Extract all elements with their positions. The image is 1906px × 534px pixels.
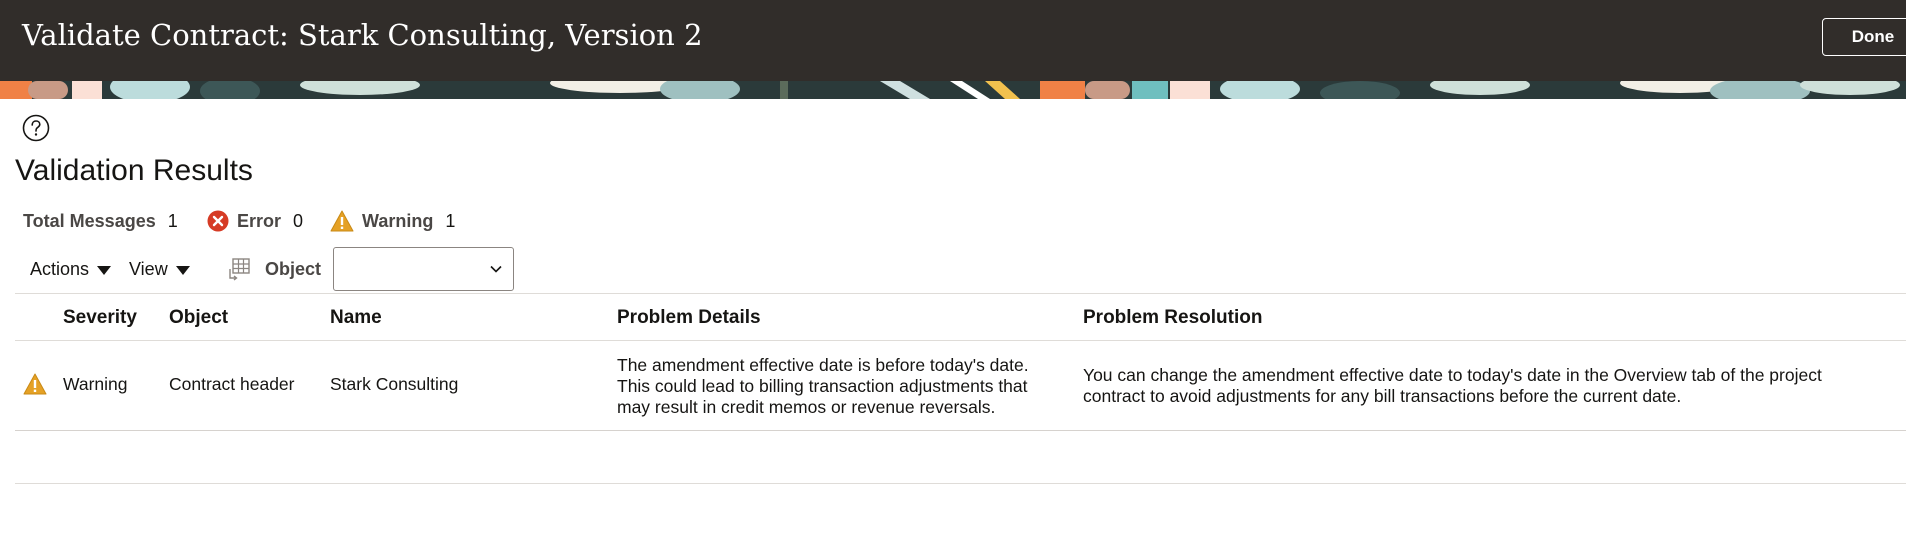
page-header: Validate Contract: Stark Consulting, Ver…	[0, 0, 1906, 81]
error-icon	[207, 210, 229, 232]
warning-icon	[330, 210, 354, 232]
decorative-banner	[0, 81, 1906, 99]
row-divider	[15, 430, 1906, 431]
total-messages-label: Total Messages	[23, 210, 156, 231]
cell-object: Contract header	[169, 374, 295, 394]
cell-problem-details: The amendment effective date is before t…	[617, 355, 1029, 417]
page-title: Validation Results	[15, 154, 253, 187]
cell-severity: Warning	[63, 374, 128, 394]
column-header-problem-resolution[interactable]: Problem Resolution	[1083, 307, 1262, 329]
help-circle-icon[interactable]	[22, 114, 50, 142]
cell-problem-resolution: You can change the amendment effective d…	[1083, 365, 1822, 406]
caret-down-icon	[175, 266, 190, 275]
total-messages-value: 1	[167, 210, 178, 231]
table-bottom-divider	[15, 483, 1906, 484]
warning-count: 1	[445, 210, 456, 231]
done-button[interactable]: Done	[1822, 18, 1906, 56]
view-menu[interactable]: View	[129, 247, 190, 291]
chevron-down-icon	[490, 265, 502, 273]
cell-name: Stark Consulting	[330, 374, 459, 394]
actions-menu-label: Actions	[30, 258, 90, 279]
caret-down-icon	[97, 266, 112, 275]
actions-menu[interactable]: Actions	[30, 247, 112, 291]
header-divider	[15, 340, 1906, 341]
warning-label: Warning	[362, 210, 434, 231]
column-header-severity[interactable]: Severity	[63, 307, 137, 329]
column-header-object[interactable]: Object	[169, 307, 228, 329]
table-export-icon[interactable]	[227, 247, 251, 291]
view-menu-label: View	[129, 258, 168, 279]
column-header-problem-details[interactable]: Problem Details	[617, 307, 761, 329]
error-count: 0	[293, 210, 304, 231]
warning-icon	[23, 373, 47, 395]
table-top-divider	[15, 293, 1906, 294]
error-label: Error	[237, 210, 282, 231]
header-title: Validate Contract: Stark Consulting, Ver…	[22, 18, 703, 52]
column-header-name[interactable]: Name	[330, 307, 382, 329]
object-select[interactable]	[333, 247, 514, 291]
object-filter-label: Object	[265, 258, 322, 279]
